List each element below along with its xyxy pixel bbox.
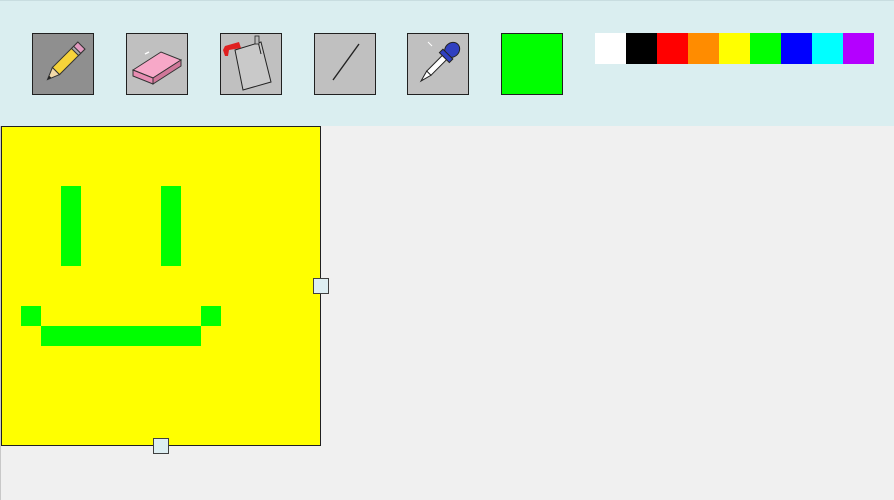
painted-pixel [161, 206, 181, 226]
pencil-icon [46, 41, 86, 81]
painted-pixel [61, 226, 81, 246]
palette-swatch-7[interactable] [781, 33, 812, 64]
paint-app [0, 0, 894, 500]
color-palette [595, 33, 874, 64]
painted-pixel [81, 326, 101, 346]
paint-bucket-tool-button[interactable] [220, 33, 282, 95]
eyedropper-icon [419, 41, 461, 83]
painted-pixel [141, 326, 161, 346]
painted-pixel [161, 226, 181, 246]
resize-handle-right[interactable] [313, 278, 329, 294]
toolbar [0, 0, 894, 126]
painted-pixel [121, 326, 141, 346]
pencil-tool-button[interactable] [32, 33, 94, 95]
resize-handle-bottom[interactable] [153, 438, 169, 454]
painted-pixel [61, 186, 81, 206]
palette-swatch-1[interactable] [595, 33, 626, 64]
painted-pixel [201, 306, 221, 326]
line-tool-button[interactable] [314, 33, 376, 95]
painted-pixel [161, 246, 181, 266]
painted-pixel [181, 326, 201, 346]
painted-pixel [41, 326, 61, 346]
palette-swatch-6[interactable] [750, 33, 781, 64]
pixel-grid[interactable] [1, 126, 321, 446]
line-icon [332, 43, 360, 81]
palette-swatch-3[interactable] [657, 33, 688, 64]
painted-pixel [161, 186, 181, 206]
paint-bucket-icon [223, 35, 272, 91]
palette-swatch-5[interactable] [719, 33, 750, 64]
palette-swatch-8[interactable] [812, 33, 843, 64]
painted-pixel [61, 246, 81, 266]
palette-swatch-2[interactable] [626, 33, 657, 64]
eyedropper-tool-button[interactable] [407, 33, 469, 95]
current-color-swatch [501, 33, 563, 95]
drawing-canvas[interactable] [1, 126, 321, 446]
palette-swatch-9[interactable] [843, 33, 874, 64]
eraser-icon [131, 51, 183, 85]
painted-pixel [161, 326, 181, 346]
painted-pixel [101, 326, 121, 346]
palette-swatch-4[interactable] [688, 33, 719, 64]
eraser-tool-button[interactable] [126, 33, 188, 95]
painted-pixel [21, 306, 41, 326]
painted-pixel [61, 326, 81, 346]
painted-pixel [61, 206, 81, 226]
